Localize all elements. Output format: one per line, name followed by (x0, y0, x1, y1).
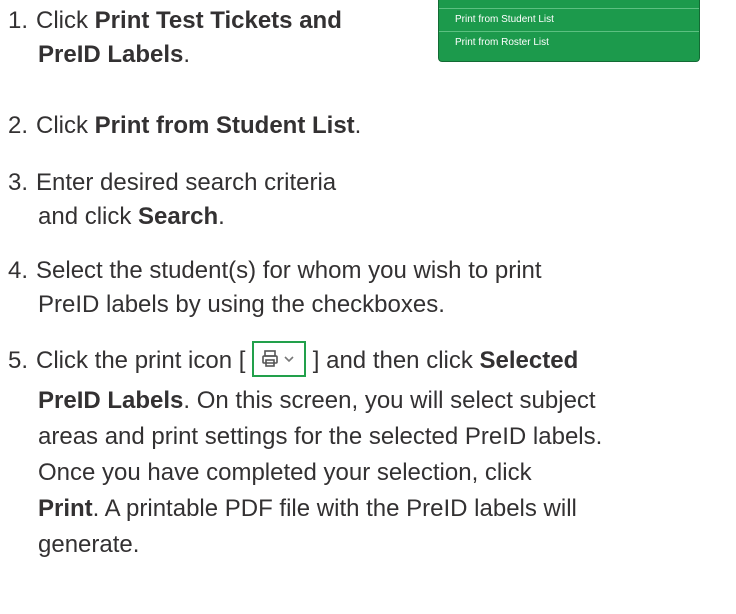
step-3: 3. Enter desired search criteria and clic… (8, 169, 337, 230)
step-4: 4. Select the student(s) for whom you wis… (8, 257, 542, 318)
menu-item-hidden (439, 0, 699, 9)
chevron-down-icon (284, 356, 294, 362)
print-icon-button[interactable] (252, 340, 307, 377)
step-5: 5. Click the print icon [ ] and then clic… (8, 339, 602, 563)
menu-item-print-from-student-list[interactable]: Print from Student List (439, 9, 699, 32)
printer-icon (262, 349, 278, 367)
step-1: 1. Click Print Test Tickets and PreID Lab… (8, 7, 342, 68)
print-menu-dropdown: Print from Student List Print from Roste… (438, 0, 700, 62)
menu-item-print-from-roster-list[interactable]: Print from Roster List (439, 32, 699, 55)
step-2: 2. Click Print from Student List. (8, 112, 362, 139)
